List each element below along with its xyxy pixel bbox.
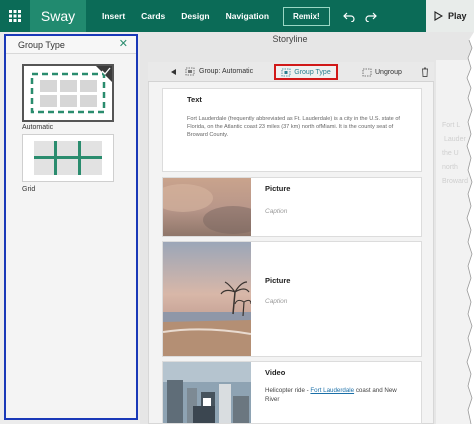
panel-header: Group Type ✕: [6, 36, 136, 54]
fort-lauderdale-link[interactable]: Fort Lauderdale: [310, 387, 354, 394]
ungroup-icon: [362, 68, 372, 76]
layout-option-grid[interactable]: [22, 134, 114, 182]
play-button[interactable]: Play: [426, 0, 474, 32]
redo-icon: [365, 12, 377, 22]
ghost-text-4: north: [442, 164, 458, 171]
main-menu: Insert Cards Design Navigation Remix!: [94, 0, 382, 32]
card-type-label: Picture: [265, 276, 291, 285]
undo-icon: [342, 12, 355, 22]
picture-image[interactable]: [163, 242, 251, 356]
group-label: Group: Automatic: [199, 68, 254, 75]
menu-insert[interactable]: Insert: [94, 0, 133, 32]
group-type-indicator: Group: Automatic: [182, 62, 258, 82]
play-label: Play: [448, 11, 467, 21]
ghost-text-2: Lauder: [444, 136, 466, 143]
group-type-panel: Group Type ✕ Automatic Grid: [4, 34, 138, 420]
picture-card[interactable]: Picture Caption: [162, 177, 422, 237]
menu-cards[interactable]: Cards: [133, 0, 173, 32]
grid-label: Grid: [22, 186, 36, 193]
grid-thumbnail: [22, 134, 114, 182]
ghost-text-3: the U: [442, 150, 459, 157]
caption-field[interactable]: Caption: [265, 208, 287, 215]
torn-edge-decoration: [466, 32, 474, 424]
grid-layout-icon: [34, 141, 102, 175]
video-card-body[interactable]: Helicopter ride - Fort Lauderdale coast …: [265, 387, 405, 405]
picture-image[interactable]: [163, 178, 251, 236]
card-type-label: Text: [187, 95, 202, 104]
trash-icon: [422, 67, 428, 77]
caption-field[interactable]: Caption: [265, 298, 287, 305]
ghost-text-5: Broward: [442, 178, 469, 185]
top-bar: Sway Insert Cards Design Navigation Remi…: [0, 0, 474, 32]
video-thumbnail[interactable]: [163, 362, 251, 423]
triangle-collapse-icon: [171, 68, 176, 75]
ungroup-button[interactable]: Ungroup: [357, 62, 407, 82]
video-card[interactable]: Video Helicopter ride - Fort Lauderdale …: [162, 361, 422, 424]
app-launcher-button[interactable]: [0, 0, 30, 32]
group-automatic-icon: [185, 67, 195, 76]
card-type-label: Picture: [265, 184, 291, 193]
ghost-text-1: Fort L: [442, 122, 461, 129]
redo-button[interactable]: [360, 0, 382, 32]
group-type-button-label: Group Type: [294, 68, 331, 76]
sway-editor-window: Sway Insert Cards Design Navigation Remi…: [0, 0, 474, 424]
waffle-grid-icon: [9, 10, 21, 22]
automatic-thumbnail: [22, 64, 114, 122]
menu-navigation[interactable]: Navigation: [218, 0, 277, 32]
text-card-body[interactable]: Fort Lauderdale (frequently abbreviated …: [187, 115, 413, 139]
card-type-label: Video: [265, 368, 286, 377]
video-body-prefix: Helicopter ride -: [265, 387, 311, 394]
collapse-group-button[interactable]: [148, 62, 182, 82]
menu-design[interactable]: Design: [173, 0, 217, 32]
delete-group-button[interactable]: [416, 62, 434, 82]
automatic-layout-icon: [30, 66, 112, 114]
group-type-button[interactable]: Group Type: [274, 64, 338, 80]
group-type-icon: [281, 68, 291, 76]
play-icon: [434, 11, 443, 21]
automatic-label: Automatic: [22, 124, 54, 131]
remix-button[interactable]: Remix!: [283, 6, 330, 26]
panel-title: Group Type: [18, 39, 65, 50]
storyline-title: Storyline: [272, 34, 308, 44]
app-brand: Sway: [30, 0, 86, 32]
ungroup-label: Ungroup: [375, 68, 402, 76]
text-card[interactable]: Text Fort Lauderdale (frequently abbrevi…: [162, 88, 422, 172]
picture-card[interactable]: Picture Caption: [162, 241, 422, 357]
close-icon[interactable]: ✕: [119, 39, 128, 50]
layout-option-automatic[interactable]: [22, 64, 114, 122]
undo-button[interactable]: [338, 0, 360, 32]
